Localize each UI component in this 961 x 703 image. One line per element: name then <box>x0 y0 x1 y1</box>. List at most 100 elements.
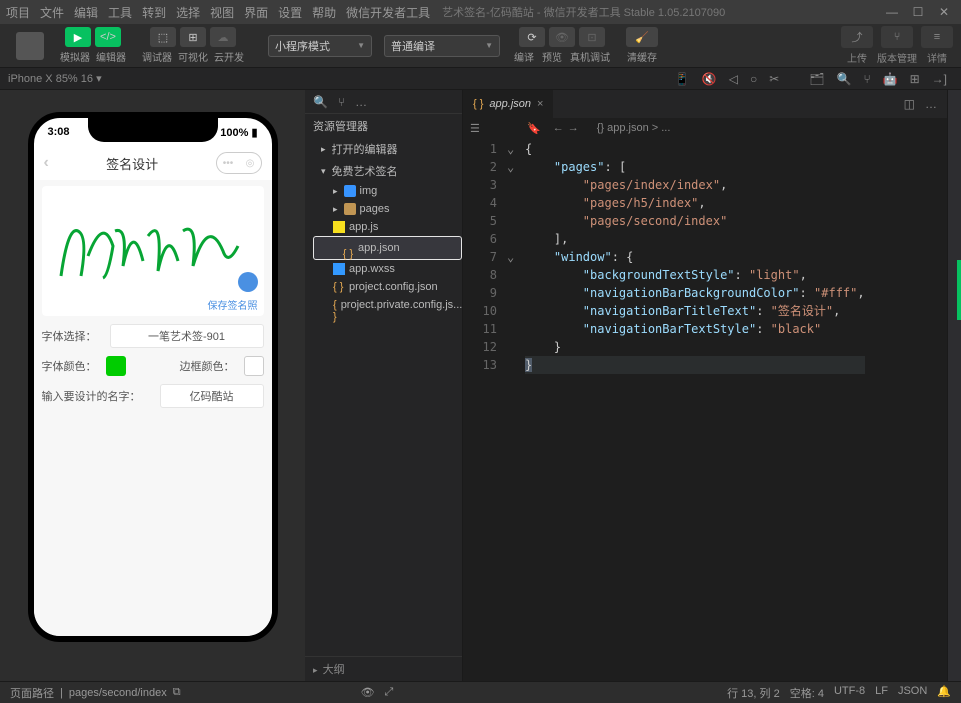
menu-project[interactable]: 项目 <box>6 4 30 21</box>
status-battery: 100% ▮ <box>220 126 257 139</box>
menu-help[interactable]: 帮助 <box>312 4 336 21</box>
git-icon[interactable]: ⑂ <box>863 72 870 86</box>
back-icon[interactable]: ◁ <box>729 72 738 86</box>
explorer-search-icon[interactable]: 🔍 <box>313 95 328 109</box>
window-title: 艺术签名-亿码酷站 - 微信开发者工具 Stable 1.05.2107090 <box>442 4 885 20</box>
explorer-more-icon[interactable]: … <box>355 95 367 109</box>
menu-goto[interactable]: 转到 <box>142 4 166 21</box>
preview-button[interactable]: 👁 <box>549 27 575 47</box>
details-button[interactable]: ≡ <box>921 26 953 48</box>
menu-view[interactable]: 视图 <box>210 4 234 21</box>
menu-file[interactable]: 文件 <box>40 4 64 21</box>
menu-capsule[interactable]: ••• ◎ <box>216 152 262 174</box>
tab-appjson[interactable]: { } app.json × <box>463 90 553 118</box>
editor-toggle[interactable]: </> <box>95 27 121 47</box>
breadcrumb[interactable]: {} app.json > ... <box>597 122 671 134</box>
pagepath-value[interactable]: pages/second/index <box>69 687 167 699</box>
menu-wechat-devtools[interactable]: 微信开发者工具 <box>346 4 430 21</box>
bookmark-icon[interactable]: 🔖 <box>527 122 541 135</box>
font-color-label: 字体颜色： <box>42 358 102 374</box>
nav-left-icon[interactable]: ← <box>553 122 564 134</box>
border-color-swatch[interactable] <box>244 356 264 376</box>
user-avatar[interactable] <box>10 30 50 62</box>
copy-path-icon[interactable]: ⧉ <box>173 686 181 699</box>
eol-info[interactable]: LF <box>875 685 888 701</box>
name-input[interactable]: 亿码酷站 <box>160 384 264 408</box>
code-area[interactable]: 12345678910111213 ⌄⌄ ⌄ { "pages": [ "pag… <box>463 138 947 681</box>
nav-title: 签名设计 <box>49 154 216 173</box>
bell-icon[interactable]: 🔔 <box>937 685 951 701</box>
tree-appjs[interactable]: app.js <box>305 218 462 236</box>
status-bar: 页面路径 | pages/second/index ⧉ 👁 ⤢ 行 13, 列 … <box>0 681 961 703</box>
target-icon[interactable]: ◎ <box>246 158 255 169</box>
search-icon[interactable]: 🔍 <box>836 72 851 86</box>
phone-frame: 3:08 100% ▮ ‹ 签名设计 •••◎ 保存签名照 <box>28 112 278 642</box>
close-icon[interactable]: ✕ <box>937 5 951 19</box>
menu-select[interactable]: 选择 <box>176 4 200 21</box>
json-icon: { } <box>473 98 483 110</box>
indent-info[interactable]: 空格: 4 <box>790 685 824 701</box>
compile-group: ⟳ 👁 ⊡ 编译预览真机调试 <box>508 25 616 66</box>
camera-icon <box>238 272 258 292</box>
font-select[interactable]: 一笔艺术签-901 <box>110 324 264 348</box>
cut-icon[interactable]: ✂ <box>769 72 779 86</box>
explorer-title: 资源管理器 <box>305 114 462 138</box>
tree-project-private[interactable]: { }project.private.config.js... <box>305 296 462 314</box>
simulator-subbar: iPhone X 85% 16 ▾ 📱 🔇 ◁ ○ ✂ 🗂 🔍 ⑂ 🤖 ⊞ →] <box>0 68 961 90</box>
arrow-icon[interactable]: →] <box>932 72 947 86</box>
tree-appjson[interactable]: { }app.json <box>313 236 462 260</box>
file-tree: ▸打开的编辑器 ▾免费艺术签名 ▸img ▸pages app.js { }ap… <box>305 138 462 314</box>
nav-right-icon[interactable]: → <box>568 122 579 134</box>
debugger-toggle[interactable]: ⬚ <box>150 27 176 47</box>
lang-info[interactable]: JSON <box>898 685 927 701</box>
compile-button[interactable]: ⟳ <box>519 27 545 47</box>
upload-button[interactable]: ⤴ <box>841 26 873 48</box>
tree-img[interactable]: ▸img <box>305 182 462 200</box>
menu-interface[interactable]: 界面 <box>244 4 268 21</box>
pagepath-label: 页面路径 <box>10 685 54 701</box>
menu-edit[interactable]: 编辑 <box>74 4 98 21</box>
machine-icon[interactable]: 🤖 <box>883 72 898 86</box>
dropdown-compile[interactable]: 普通编译▼ <box>384 35 500 57</box>
tree-pages[interactable]: ▸pages <box>305 200 462 218</box>
cursor-position[interactable]: 行 13, 列 2 <box>727 685 780 701</box>
more-icon[interactable]: ••• <box>223 158 234 169</box>
device-selector[interactable]: iPhone X 85% 16 ▾ <box>8 72 102 85</box>
version-button[interactable]: ⑂ <box>881 26 913 48</box>
maximize-icon[interactable]: ☐ <box>911 5 925 19</box>
tree-project-config[interactable]: { }project.config.json <box>305 278 462 296</box>
expand-icon[interactable]: ⤢ <box>385 686 394 699</box>
editor-pane: { } app.json × ◫ … ☰ 🔖 ← → {} app.json >… <box>463 90 947 681</box>
titlebar: 项目 文件 编辑 工具 转到 选择 视图 界面 设置 帮助 微信开发者工具 艺术… <box>0 0 961 24</box>
encoding-info[interactable]: UTF-8 <box>834 685 865 701</box>
split-editor-icon[interactable]: ◫ <box>904 97 915 111</box>
font-color-swatch[interactable] <box>106 356 126 376</box>
eye-icon[interactable]: 👁 <box>361 686 375 699</box>
visual-toggle[interactable]: ⊞ <box>180 27 206 47</box>
right-gutter <box>947 90 961 681</box>
editor-tabbar: { } app.json × ◫ … <box>463 90 947 118</box>
explorer-icon[interactable]: 🗂 <box>809 72 824 86</box>
tree-open-editors[interactable]: ▸打开的编辑器 <box>305 138 462 160</box>
home-icon[interactable]: ○ <box>750 72 757 86</box>
ext-icon[interactable]: ⊞ <box>910 72 920 86</box>
clear-cache-button[interactable]: 🧹 <box>626 27 658 47</box>
simulator-toggle[interactable]: ▶ <box>65 27 91 47</box>
tree-root[interactable]: ▾免费艺术签名 <box>305 160 462 182</box>
remote-debug-button[interactable]: ⊡ <box>579 27 605 47</box>
cloud-toggle[interactable]: ☁ <box>210 27 236 47</box>
save-signature-button[interactable]: 保存签名照 <box>208 272 258 312</box>
explorer-git-icon[interactable]: ⑂ <box>338 95 345 109</box>
phone-icon[interactable]: 📱 <box>675 72 690 86</box>
tab-close-icon[interactable]: × <box>537 98 543 110</box>
mute-icon[interactable]: 🔇 <box>702 72 717 86</box>
toggle-sidebar-icon[interactable]: ☰ <box>470 122 480 135</box>
dropdown-mode[interactable]: 小程序模式▼ <box>268 35 372 57</box>
more-actions-icon[interactable]: … <box>925 97 937 111</box>
minimize-icon[interactable]: — <box>885 5 899 19</box>
outline-section[interactable]: ▸ 大纲 <box>305 656 462 681</box>
menu-tools[interactable]: 工具 <box>108 4 132 21</box>
signature-canvas: 保存签名照 <box>42 186 264 316</box>
menu-settings[interactable]: 设置 <box>278 4 302 21</box>
tree-appwxss[interactable]: app.wxss <box>305 260 462 278</box>
